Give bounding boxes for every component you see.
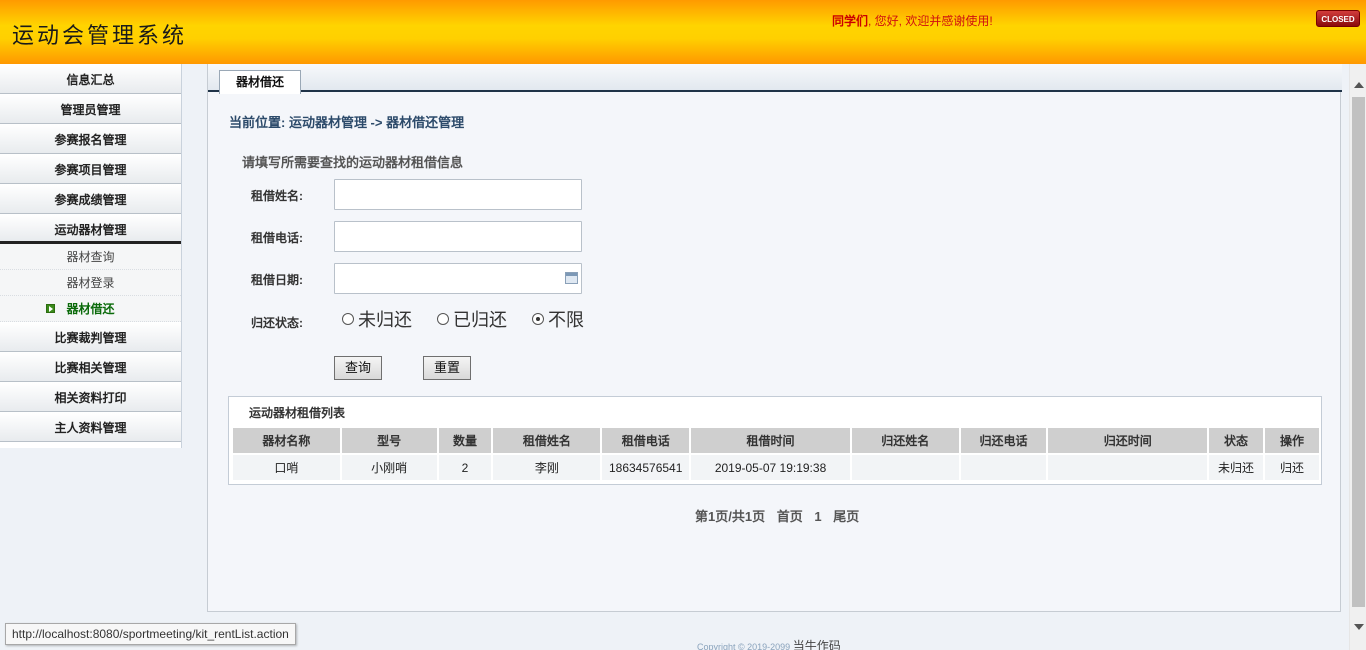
renter-name-input[interactable] bbox=[334, 179, 582, 210]
scroll-thumb[interactable] bbox=[1352, 97, 1365, 607]
column-header: 器材名称 bbox=[231, 426, 342, 455]
copyright: Copyright © 2019-2099 当牛作码 bbox=[697, 637, 841, 650]
subitem-label: 器材借还 bbox=[66, 302, 115, 316]
cell-quantity: 2 bbox=[436, 453, 494, 482]
pagination: 第1页/共1页 首页 1 尾页 bbox=[695, 506, 867, 525]
equipment-submenu: 器材查询 器材登录 器材借还 bbox=[0, 244, 181, 322]
cell-rent-time: 2019-05-07 19:19:38 bbox=[689, 453, 852, 482]
sidebar-item-admin[interactable]: 管理员管理 bbox=[0, 94, 181, 124]
rental-table: 器材名称 型号 数量 租借姓名 租借电话 租借时间 归还姓名 归还电话 归还时间… bbox=[231, 426, 1321, 482]
query-button[interactable]: 查询 bbox=[334, 356, 382, 380]
radio-label: 已归还 bbox=[453, 310, 508, 330]
first-page-link[interactable]: 首页 bbox=[777, 509, 803, 524]
cell-status: 未归还 bbox=[1207, 453, 1265, 482]
radio-not-returned[interactable]: 未归还 bbox=[342, 306, 412, 332]
rental-list-title: 运动器材租借列表 bbox=[249, 406, 346, 420]
column-header: 状态 bbox=[1207, 426, 1265, 455]
sidebar-item-related[interactable]: 比赛相关管理 bbox=[0, 352, 181, 382]
tab-equipment-rental[interactable]: 器材借还 bbox=[219, 70, 301, 94]
rental-list-panel: 运动器材租借列表 器材名称 型号 数量 租借姓名 租借电话 租借时间 归还姓名 … bbox=[228, 396, 1322, 485]
radio-circle-icon[interactable] bbox=[437, 313, 450, 325]
last-page-link[interactable]: 尾页 bbox=[833, 509, 859, 524]
copyright-text: Copyright © 2019-2099 bbox=[697, 642, 791, 650]
app-title: 运动会管理系统 bbox=[12, 24, 188, 49]
column-header: 数量 bbox=[436, 426, 494, 455]
sidebar-item-print[interactable]: 相关资料打印 bbox=[0, 382, 181, 412]
subitem-equipment-rental[interactable]: 器材借还 bbox=[0, 296, 181, 322]
table-row: 口哨 小刚哨 2 李刚 18634576541 2019-05-07 19:19… bbox=[231, 453, 1321, 482]
close-button[interactable]: CLOSED bbox=[1316, 10, 1360, 27]
column-header: 租借时间 bbox=[689, 426, 852, 455]
welcome-text: , 您好, 欢迎并感谢使用! bbox=[868, 14, 993, 28]
copyright-author: 当牛作码 bbox=[792, 639, 841, 650]
radio-returned[interactable]: 已归还 bbox=[437, 306, 507, 332]
tab-bar: 器材借还 bbox=[208, 64, 1342, 94]
renter-phone-label: 租借电话: bbox=[251, 231, 303, 245]
page-info: 第1页/共1页 bbox=[695, 509, 766, 524]
column-header: 型号 bbox=[339, 426, 439, 455]
scroll-up-icon[interactable] bbox=[1354, 82, 1364, 88]
renter-name-label: 租借姓名: bbox=[251, 189, 303, 203]
page-scrollbar[interactable] bbox=[1349, 64, 1366, 650]
sidebar-item-summary[interactable]: 信息汇总 bbox=[0, 64, 181, 94]
scroll-down-icon[interactable] bbox=[1354, 624, 1364, 630]
rent-date-input[interactable] bbox=[334, 263, 582, 294]
status-bar-url: http://localhost:8080/sportmeeting/kit_r… bbox=[5, 623, 296, 645]
rent-date-label: 租借日期: bbox=[251, 273, 303, 287]
breadcrumb: 当前位置: 运动器材管理 -> 器材借还管理 bbox=[229, 115, 465, 130]
search-form-title: 请填写所需要查找的运动器材租借信息 bbox=[242, 155, 464, 170]
column-header: 归还时间 bbox=[1046, 426, 1210, 455]
sidebar-item-referees[interactable]: 比赛裁判管理 bbox=[0, 322, 181, 352]
return-action-link[interactable]: 归还 bbox=[1263, 453, 1321, 482]
calendar-icon[interactable] bbox=[565, 272, 578, 284]
column-header: 归还电话 bbox=[958, 426, 1049, 455]
table-header-row: 器材名称 型号 数量 租借姓名 租借电话 租借时间 归还姓名 归还电话 归还时间… bbox=[231, 426, 1321, 455]
cell-renter-phone: 18634576541 bbox=[600, 453, 692, 482]
current-page-link[interactable]: 1 bbox=[814, 509, 821, 524]
cell-equipment-name: 口哨 bbox=[231, 453, 342, 482]
subitem-equipment-register[interactable]: 器材登录 bbox=[0, 270, 181, 296]
cell-return-name bbox=[849, 453, 961, 482]
sidebar-menu: 信息汇总 管理员管理 参赛报名管理 参赛项目管理 参赛成绩管理 运动器材管理 器… bbox=[0, 64, 182, 448]
return-status-radio-group: 未归还 已归还 不限 bbox=[342, 306, 604, 332]
cell-renter-name: 李刚 bbox=[491, 453, 603, 482]
radio-label: 未归还 bbox=[358, 310, 412, 330]
subitem-equipment-query[interactable]: 器材查询 bbox=[0, 244, 181, 270]
cell-return-time bbox=[1046, 453, 1210, 482]
sidebar-item-events[interactable]: 参赛项目管理 bbox=[0, 154, 181, 184]
welcome-user: 同学们 bbox=[832, 14, 869, 28]
column-header: 归还姓名 bbox=[849, 426, 961, 455]
cell-model: 小刚哨 bbox=[339, 453, 439, 482]
welcome-message: 同学们, 您好, 欢迎并感谢使用! bbox=[832, 12, 993, 29]
radio-label: 不限 bbox=[548, 310, 585, 330]
sidebar-item-results[interactable]: 参赛成绩管理 bbox=[0, 184, 181, 214]
column-header: 租借电话 bbox=[600, 426, 692, 455]
column-header: 操作 bbox=[1263, 426, 1321, 455]
return-status-label: 归还状态: bbox=[251, 316, 303, 330]
renter-phone-input[interactable] bbox=[334, 221, 582, 252]
main-panel: 器材借还 当前位置: 运动器材管理 -> 器材借还管理 请填写所需要查找的运动器… bbox=[207, 64, 1342, 612]
sidebar-item-equipment[interactable]: 运动器材管理 bbox=[0, 214, 181, 244]
radio-circle-icon[interactable] bbox=[342, 313, 354, 325]
column-header: 租借姓名 bbox=[491, 426, 603, 455]
header-bar: 运动会管理系统 同学们, 您好, 欢迎并感谢使用! CLOSED bbox=[0, 0, 1366, 64]
arrow-right-icon bbox=[46, 304, 55, 313]
sidebar-item-registration[interactable]: 参赛报名管理 bbox=[0, 124, 181, 154]
radio-any[interactable]: 不限 bbox=[532, 306, 584, 332]
cell-return-phone bbox=[958, 453, 1049, 482]
radio-checked-icon[interactable] bbox=[532, 313, 545, 325]
sidebar-item-profile[interactable]: 主人资料管理 bbox=[0, 412, 181, 442]
reset-button[interactable]: 重置 bbox=[423, 356, 471, 380]
